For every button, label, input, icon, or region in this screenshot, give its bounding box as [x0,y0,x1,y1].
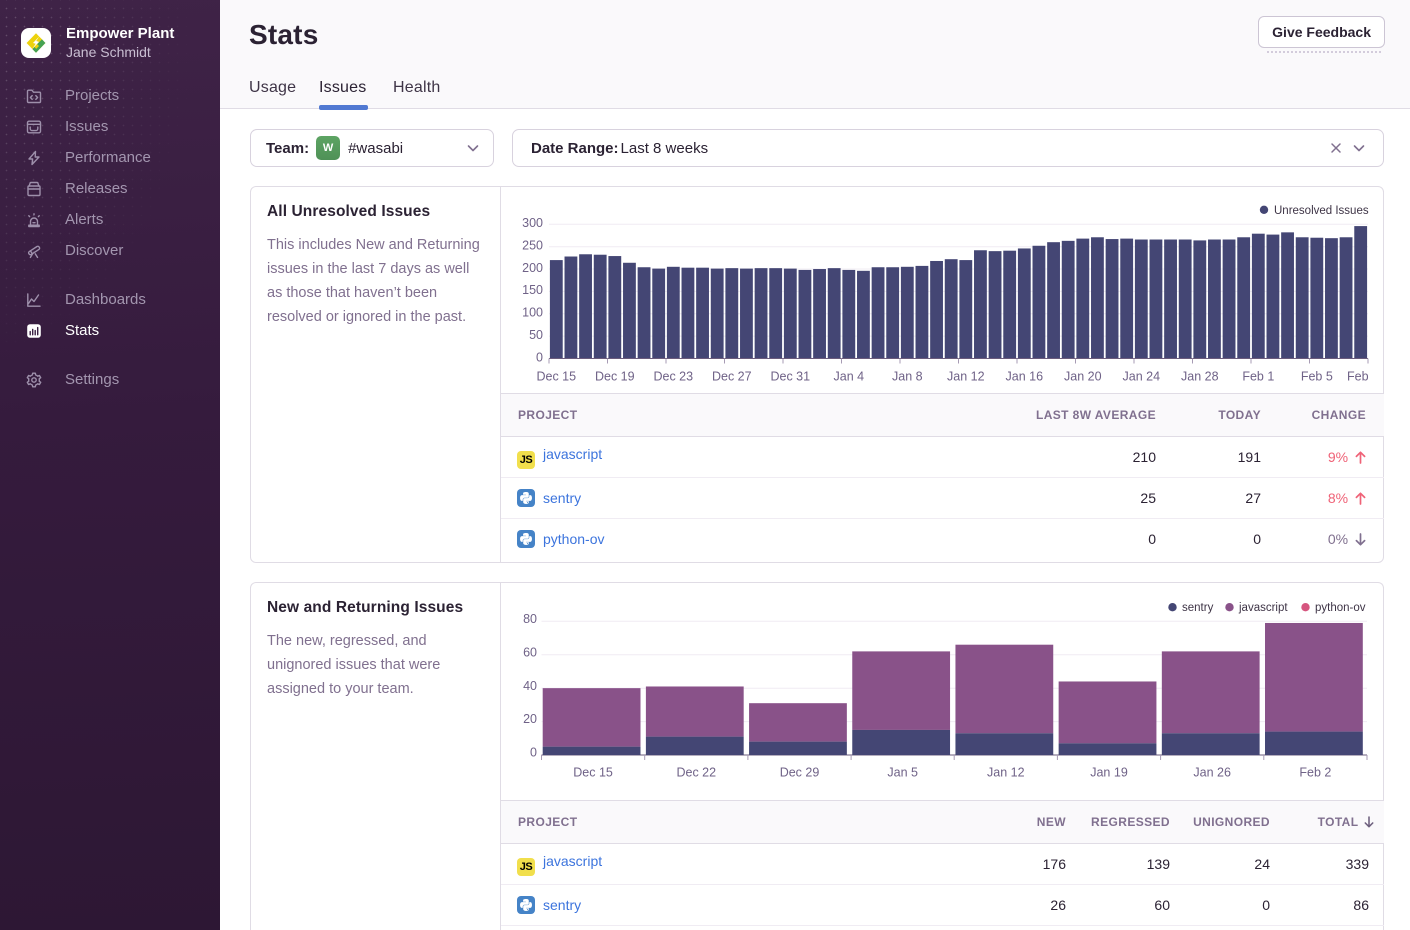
svg-text:Jan 4: Jan 4 [834,370,865,384]
svg-text:Jan 28: Jan 28 [1181,370,1219,384]
svg-text:Jan 16: Jan 16 [1006,370,1044,384]
svg-text:Feb 5: Feb 5 [1301,370,1333,384]
svg-text:50: 50 [529,328,543,342]
svg-text:Dec 15: Dec 15 [573,766,613,780]
svg-text:80: 80 [523,612,537,626]
svg-text:Jan 26: Jan 26 [1193,766,1231,780]
svg-text:300: 300 [522,216,543,230]
svg-text:0: 0 [536,350,543,364]
svg-text:Dec 23: Dec 23 [653,370,693,384]
svg-text:150: 150 [522,283,543,297]
svg-text:Dec 31: Dec 31 [770,370,810,384]
svg-text:Dec 19: Dec 19 [595,370,635,384]
svg-text:Jan 12: Jan 12 [947,370,985,384]
svg-text:Jan 20: Jan 20 [1064,370,1102,384]
svg-text:Feb 1: Feb 1 [1242,370,1274,384]
svg-text:Jan 5: Jan 5 [887,766,918,780]
svg-text:Dec 15: Dec 15 [536,370,576,384]
svg-text:20: 20 [523,712,537,726]
svg-text:Jan 24: Jan 24 [1123,370,1161,384]
svg-text:40: 40 [523,679,537,693]
svg-text:Feb 2: Feb 2 [1299,766,1331,780]
svg-text:Dec 27: Dec 27 [712,370,752,384]
svg-text:250: 250 [522,239,543,253]
svg-text:0: 0 [530,746,537,760]
svg-text:Unresolved Issues: Unresolved Issues [1274,205,1369,217]
svg-text:Jan 8: Jan 8 [892,370,923,384]
svg-text:Jan 19: Jan 19 [1090,766,1128,780]
svg-text:javascript: javascript [1238,602,1288,614]
svg-text:Dec 22: Dec 22 [676,766,716,780]
svg-text:60: 60 [523,645,537,659]
svg-text:Dec 29: Dec 29 [780,766,820,780]
svg-text:python-ov: python-ov [1315,602,1366,614]
svg-text:sentry: sentry [1182,602,1214,614]
svg-text:Feb: Feb [1347,370,1369,384]
svg-text:200: 200 [522,261,543,275]
svg-text:100: 100 [522,306,543,320]
svg-text:Jan 12: Jan 12 [987,766,1025,780]
